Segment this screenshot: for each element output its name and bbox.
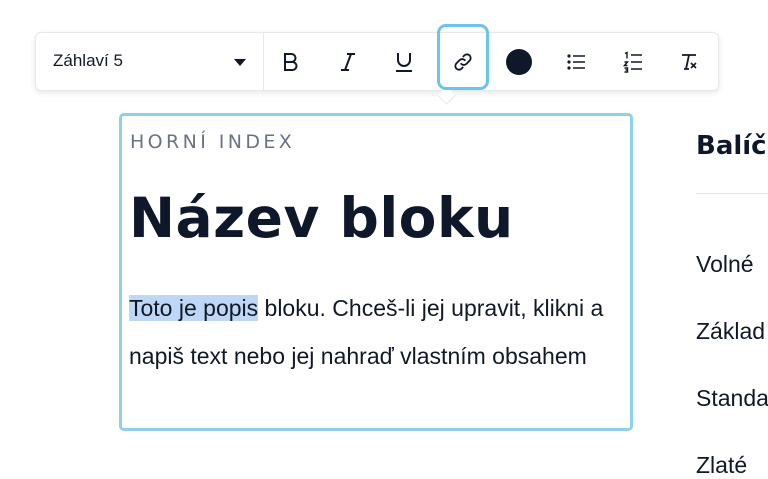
heading-style-value: Záhlaví 5 [53, 51, 123, 70]
bulleted-list-button[interactable] [550, 33, 602, 90]
content-block[interactable]: HORNÍ INDEX Název bloku Toto je popis bl… [119, 113, 633, 431]
bullet-list-icon [567, 53, 585, 70]
formatting-toolbar: Záhlaví 5 [35, 24, 719, 105]
block-overline[interactable]: HORNÍ INDEX [130, 131, 295, 153]
selected-text: Toto je popis [129, 295, 259, 321]
color-circle-icon [506, 48, 532, 75]
heading-style-dropdown[interactable]: Záhlaví 5 [36, 33, 264, 90]
package-item: Základ [696, 318, 766, 344]
packages-heading: Balíč [696, 131, 767, 161]
italic-icon [341, 52, 355, 71]
package-item: Zlaté [696, 452, 748, 478]
numbered-list-button[interactable] [607, 33, 659, 90]
text-color-button[interactable] [493, 33, 545, 90]
underline-icon [396, 52, 412, 72]
underline-button[interactable] [378, 33, 430, 90]
divider [696, 193, 768, 194]
package-item: Volné [696, 251, 754, 277]
clear-format-icon [682, 53, 697, 70]
numbered-list-icon [623, 50, 642, 73]
bold-button[interactable] [265, 33, 317, 90]
italic-button[interactable] [322, 33, 374, 90]
chevron-down-icon [234, 59, 246, 66]
link-button[interactable] [437, 24, 489, 90]
clear-format-button[interactable] [663, 33, 715, 90]
block-description[interactable]: Toto je popis bloku. Chceš-li jej upravi… [129, 284, 609, 380]
bold-icon [284, 52, 298, 71]
link-icon [454, 52, 472, 71]
package-item: Standa [696, 385, 768, 411]
block-title[interactable]: Název bloku [129, 186, 514, 250]
